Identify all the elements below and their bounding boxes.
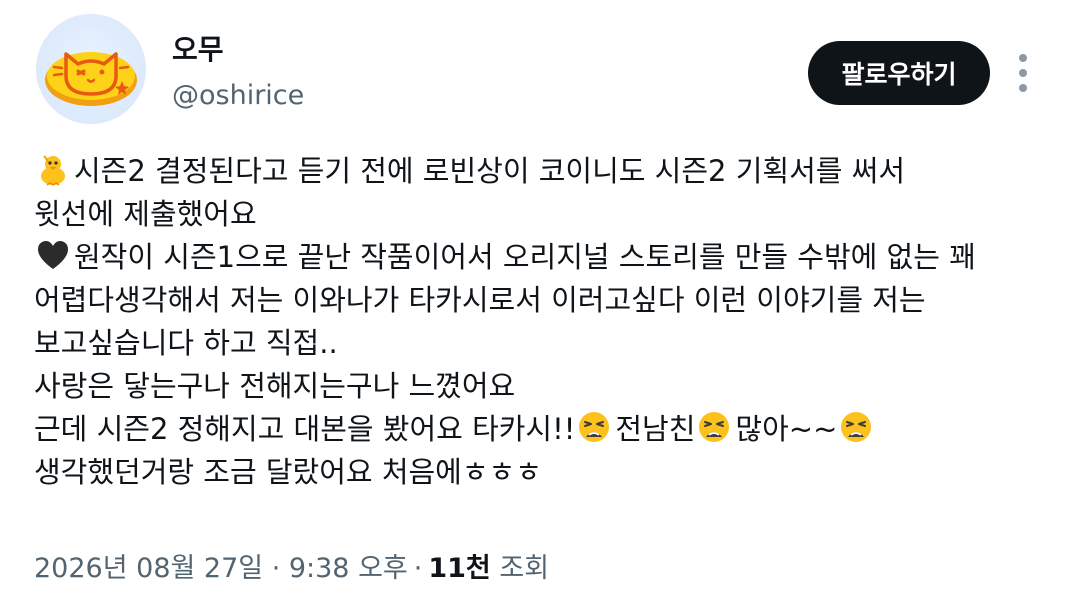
more-vertical-icon[interactable] <box>1010 50 1036 96</box>
post-line: 윗선에 제출했어요 <box>34 193 1054 236</box>
baby-chick-emoji-icon <box>36 152 70 186</box>
post-line-text: 많아~~ <box>735 412 838 446</box>
post-line-text: 보고싶습니다 하고 직접.. <box>34 326 338 360</box>
weary-face-emoji-icon <box>577 410 611 444</box>
views-count[interactable]: 11천 <box>428 553 490 584</box>
post-line-text: 어렵다생각해서 저는 이와나가 타카시로서 이러고싶다 이런 이야기를 저는 <box>34 283 926 317</box>
post-line-text: 윗선에 제출했어요 <box>34 197 257 231</box>
post-detail: 오무 @oshirice 팔로우하기 시즌2 결정된다고 듣기 전에 로빈상이 … <box>0 0 1080 597</box>
post-line-text: 사랑은 닿는구나 전해지는구나 느꼈어요 <box>34 369 516 403</box>
post-line: 근데 시즌2 정해지고 대본을 봤어요 타카시!! 전남친 많아~~ <box>34 408 1054 451</box>
meta-separator: · <box>413 553 423 584</box>
author-avatar[interactable] <box>36 14 146 124</box>
author-handle[interactable]: @oshirice <box>172 80 304 111</box>
post-line: 어렵다생각해서 저는 이와나가 타카시로서 이러고싶다 이런 이야기를 저는 <box>34 279 1054 322</box>
post-line: 원작이 시즌1으로 끝난 작품이어서 오리지널 스토리를 만들 수밖에 없는 꽤 <box>34 236 1054 279</box>
more-dot <box>1019 84 1027 92</box>
post-line-text: 시즌2 결정된다고 듣기 전에 로빈상이 코이니도 시즌2 기획서를 써서 <box>74 154 906 188</box>
post-line: 보고싶습니다 하고 직접.. <box>34 322 1054 365</box>
weary-face-emoji-icon <box>839 410 873 444</box>
more-dot <box>1019 54 1027 62</box>
cat-omurice-avatar-icon <box>45 52 137 106</box>
weary-face-emoji-icon <box>697 410 731 444</box>
post-line-text: 근데 시즌2 정해지고 대본을 봤어요 타카시!! <box>34 412 576 446</box>
post-line: 생각했던거랑 조금 달랐어요 처음에ㅎㅎㅎ <box>34 451 1054 494</box>
post-line: 시즌2 결정된다고 듣기 전에 로빈상이 코이니도 시즌2 기획서를 써서 <box>34 150 1054 193</box>
post-line: 사랑은 닿는구나 전해지는구나 느꼈어요 <box>34 365 1054 408</box>
black-heart-emoji-icon <box>36 238 70 272</box>
post-text: 시즌2 결정된다고 듣기 전에 로빈상이 코이니도 시즌2 기획서를 써서 윗선… <box>34 150 1054 494</box>
post-timestamp[interactable]: 2026년 08월 27일 · 9:38 오후 <box>34 553 408 584</box>
follow-button[interactable]: 팔로우하기 <box>808 41 990 105</box>
more-dot <box>1019 69 1027 77</box>
post-meta: 2026년 08월 27일 · 9:38 오후 · 11천 조회 <box>34 546 549 585</box>
post-line-text: 전남친 <box>615 412 696 446</box>
author-display-name[interactable]: 오무 <box>172 28 224 68</box>
views-label: 조회 <box>499 553 550 584</box>
post-line-text: 원작이 시즌1으로 끝난 작품이어서 오리지널 스토리를 만들 수밖에 없는 꽤 <box>74 240 976 274</box>
post-line-text: 생각했던거랑 조금 달랐어요 처음에ㅎㅎㅎ <box>34 455 542 489</box>
